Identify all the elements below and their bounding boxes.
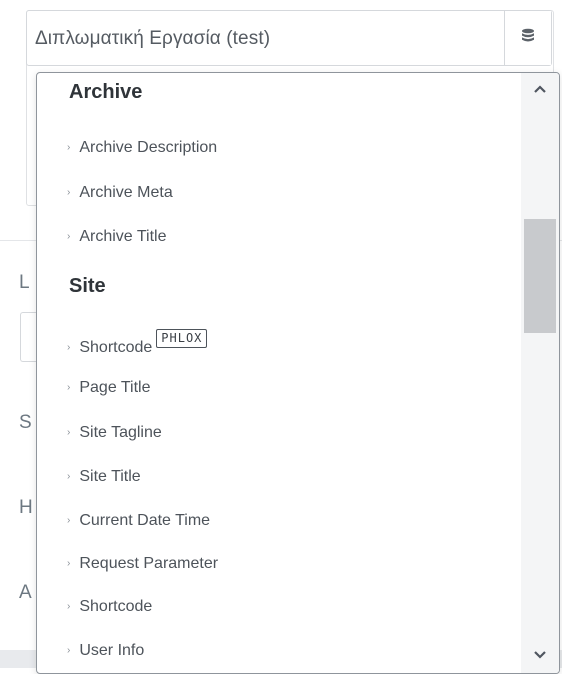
dropdown-scrollbar[interactable] <box>521 73 559 673</box>
item-marker-icon: › <box>67 381 71 393</box>
item-label: Archive Description <box>79 139 218 156</box>
chevron-down-icon <box>533 647 547 665</box>
database-icon <box>521 28 535 49</box>
list-item[interactable]: › Page Title <box>67 375 151 401</box>
list-item[interactable]: › Current Date Time <box>67 508 210 534</box>
item-marker-icon: › <box>67 557 71 569</box>
dynamic-tags-button[interactable] <box>504 11 551 65</box>
dynamic-tags-dropdown[interactable]: Archive › Archive Description › Archive … <box>36 72 560 674</box>
item-marker-icon: › <box>67 230 71 242</box>
item-label: Shortcode <box>79 339 153 356</box>
list-item[interactable]: › Archive Title <box>67 224 166 250</box>
list-item[interactable]: › Shortcode <box>67 594 152 620</box>
item-marker-icon: › <box>67 141 71 153</box>
item-marker-icon: › <box>67 426 71 438</box>
item-label: Request Parameter <box>79 555 219 572</box>
list-item[interactable]: › Archive Meta <box>67 180 173 206</box>
background-label-fragment: H <box>19 497 33 518</box>
item-label: Current Date Time <box>79 512 211 529</box>
list-item[interactable]: › Shortcode PHLOX <box>67 328 208 361</box>
chevron-up-icon <box>533 81 547 99</box>
background-label-fragment: S <box>19 412 32 433</box>
item-label: User Info <box>79 642 145 659</box>
list-item[interactable]: › Request Parameter <box>67 551 218 577</box>
item-label: Site Title <box>79 468 141 485</box>
group-title-site: Site <box>69 275 106 297</box>
background-label-fragment: A <box>19 582 32 603</box>
item-label: Archive Title <box>79 228 167 245</box>
phlox-badge: PHLOX <box>156 328 208 348</box>
list-item[interactable]: › User Info <box>67 638 144 664</box>
background-label-fragment: L <box>19 272 30 293</box>
dynamic-title-field[interactable]: Διπλωματική Εργασία (test) <box>26 10 552 66</box>
item-marker-icon: › <box>67 341 71 353</box>
list-item[interactable]: › Site Title <box>67 464 141 490</box>
item-marker-icon: › <box>67 644 71 656</box>
title-field-value: Διπλωματική Εργασία (test) <box>35 28 271 49</box>
item-label: Archive Meta <box>79 184 173 201</box>
item-label: Shortcode <box>79 598 153 615</box>
list-item[interactable]: › Archive Description <box>67 135 217 161</box>
scroll-thumb[interactable] <box>524 219 556 333</box>
item-marker-icon: › <box>67 470 71 482</box>
item-marker-icon: › <box>67 514 71 526</box>
scroll-up-button[interactable] <box>521 73 559 107</box>
item-marker-icon: › <box>67 600 71 612</box>
dropdown-list: Archive › Archive Description › Archive … <box>37 73 519 673</box>
group-title-archive: Archive <box>69 81 143 103</box>
list-item[interactable]: › Site Tagline <box>67 420 162 446</box>
item-label: Site Tagline <box>79 424 162 441</box>
item-marker-icon: › <box>67 186 71 198</box>
item-label: Page Title <box>79 379 151 396</box>
